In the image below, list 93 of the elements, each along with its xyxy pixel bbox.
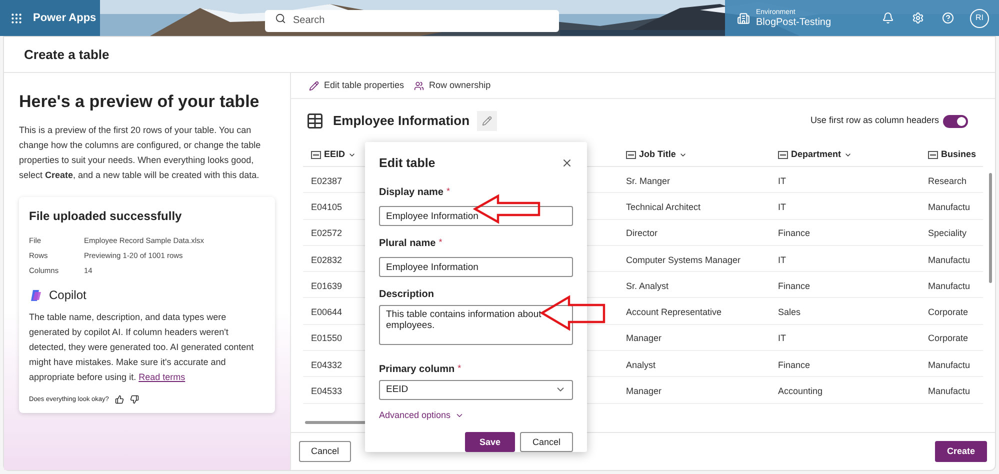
table-cell: E01550 — [311, 333, 342, 344]
column-header[interactable]: Department — [778, 148, 852, 162]
table-icon — [306, 112, 324, 130]
required-mark: * — [438, 236, 442, 249]
column-header[interactable]: Busines — [928, 148, 976, 162]
toolbar-button[interactable]: Edit table properties — [309, 78, 404, 92]
people-icon — [414, 80, 424, 90]
text-column-icon — [778, 150, 788, 158]
primary-column-dropdown[interactable]: EEID — [379, 380, 573, 400]
arrow-annotation — [540, 295, 606, 331]
table-cell: Sales — [778, 307, 801, 318]
table-cell: Finance — [778, 280, 810, 291]
table-cell: E02832 — [311, 254, 342, 265]
page-title: Create a table — [24, 46, 110, 64]
table-cell: E04533 — [311, 386, 342, 396]
table-cell: Manufactu — [928, 202, 970, 212]
settings-icon[interactable] — [912, 12, 924, 24]
chevron-icon — [454, 411, 464, 420]
pencil-icon — [309, 80, 319, 90]
table-cell: Manufactu — [928, 386, 970, 396]
preview-description: This is a preview of the first 20 rows of your table. You can change how the columns are configured, or change the table properties to suit your needs. When everything looks good, select Create, and a new table will be created with this data. — [19, 124, 262, 182]
table-cell: Computer Systems Manager — [626, 254, 741, 265]
thumbs-down-icon[interactable] — [130, 395, 139, 404]
header-toggle[interactable] — [943, 114, 968, 128]
table-cell: Sr. Manger — [626, 176, 670, 186]
dialog-cancel-button[interactable]: Cancel — [520, 432, 573, 452]
text-column-icon — [311, 150, 321, 158]
close-icon[interactable] — [561, 157, 573, 170]
table-cell: IT — [778, 176, 786, 186]
table-name: Employee Information — [333, 112, 470, 130]
field-label: Display name — [379, 186, 444, 200]
table-cell: Analyst — [626, 360, 656, 370]
field-label: Plural name — [379, 236, 436, 251]
cancel-button[interactable]: Cancel — [299, 441, 351, 462]
table-cell: Corporate — [928, 307, 968, 318]
preview-heading: Here's a preview of your table — [19, 91, 260, 113]
table-cell: IT — [778, 254, 786, 265]
table-cell: E02387 — [311, 176, 342, 186]
environment-name[interactable]: BlogPost-Testing — [756, 18, 832, 28]
table-cell: Manufactu — [928, 360, 970, 370]
table-cell: Manufactu — [928, 280, 970, 291]
text-field[interactable]: Employee Information — [379, 206, 573, 226]
table-cell: Accounting — [778, 386, 823, 396]
advanced-options-link[interactable]: Advanced options — [379, 408, 464, 422]
read-terms-link[interactable]: Read terms — [138, 372, 186, 382]
text-field[interactable]: Employee Information — [379, 257, 573, 278]
column-header[interactable]: EEID — [311, 148, 356, 162]
table-cell: E01639 — [311, 280, 342, 291]
table-cell: E04105 — [311, 202, 342, 212]
toggle-label: Use first row as column headers — [810, 114, 939, 128]
table-cell: E02572 — [311, 228, 342, 238]
table-cell: Sr. Analyst — [626, 280, 669, 291]
required-mark: * — [446, 184, 450, 198]
table-cell: Speciality — [928, 228, 967, 238]
help-icon[interactable] — [942, 12, 954, 24]
table-cell: Account Representative — [626, 307, 722, 318]
thumbs-up-icon[interactable] — [114, 395, 124, 404]
table-cell: Technical Architect — [626, 202, 701, 212]
table-cell: Research — [928, 176, 967, 186]
table-cell: Manager — [626, 386, 662, 396]
text-column-icon — [626, 150, 636, 158]
description-field[interactable]: This table contains information about employees. — [379, 304, 573, 345]
notifications-icon[interactable] — [882, 12, 894, 24]
toolbar-button[interactable]: Row ownership — [414, 78, 491, 92]
required-mark: * — [458, 362, 462, 375]
copilot-title: Copilot — [49, 287, 86, 304]
create-button[interactable]: Create — [935, 441, 987, 462]
table-cell: Finance — [778, 360, 810, 370]
table-cell: Manager — [626, 333, 662, 344]
pencil-icon — [482, 116, 492, 126]
dialog-title: Edit table — [379, 155, 436, 172]
table-cell: Manufactu — [928, 254, 970, 265]
search-icon — [275, 12, 286, 24]
save-button[interactable]: Save — [465, 432, 515, 452]
card-title: File uploaded successfully — [29, 208, 183, 225]
table-cell: IT — [778, 202, 786, 212]
user-avatar[interactable]: RI — [970, 8, 989, 28]
text-column-icon — [928, 150, 938, 158]
table-cell: Corporate — [928, 333, 968, 344]
column-header[interactable]: Job Title — [626, 148, 687, 162]
table-cell: Director — [626, 228, 658, 238]
table-cell: Finance — [778, 228, 810, 238]
search-field[interactable]: Search — [265, 10, 559, 32]
copilot-icon — [29, 288, 43, 302]
table-cell: E00644 — [311, 307, 342, 318]
table-cell: IT — [778, 333, 786, 344]
edit-name-button[interactable] — [476, 111, 497, 131]
field-label: Description — [379, 288, 434, 302]
copilot-disclaimer: The table name, description, and data types were generated by copilot AI. If column headers weren't detected, they were generated too. AI generated content might have mistakes. Make sure it's accurate and appropriate before using it. Read terms — [29, 311, 255, 384]
environment-icon[interactable] — [737, 12, 750, 24]
field-label: Primary column — [379, 362, 455, 377]
table-cell: E04332 — [311, 360, 342, 370]
app-launcher-icon[interactable] — [10, 12, 23, 24]
